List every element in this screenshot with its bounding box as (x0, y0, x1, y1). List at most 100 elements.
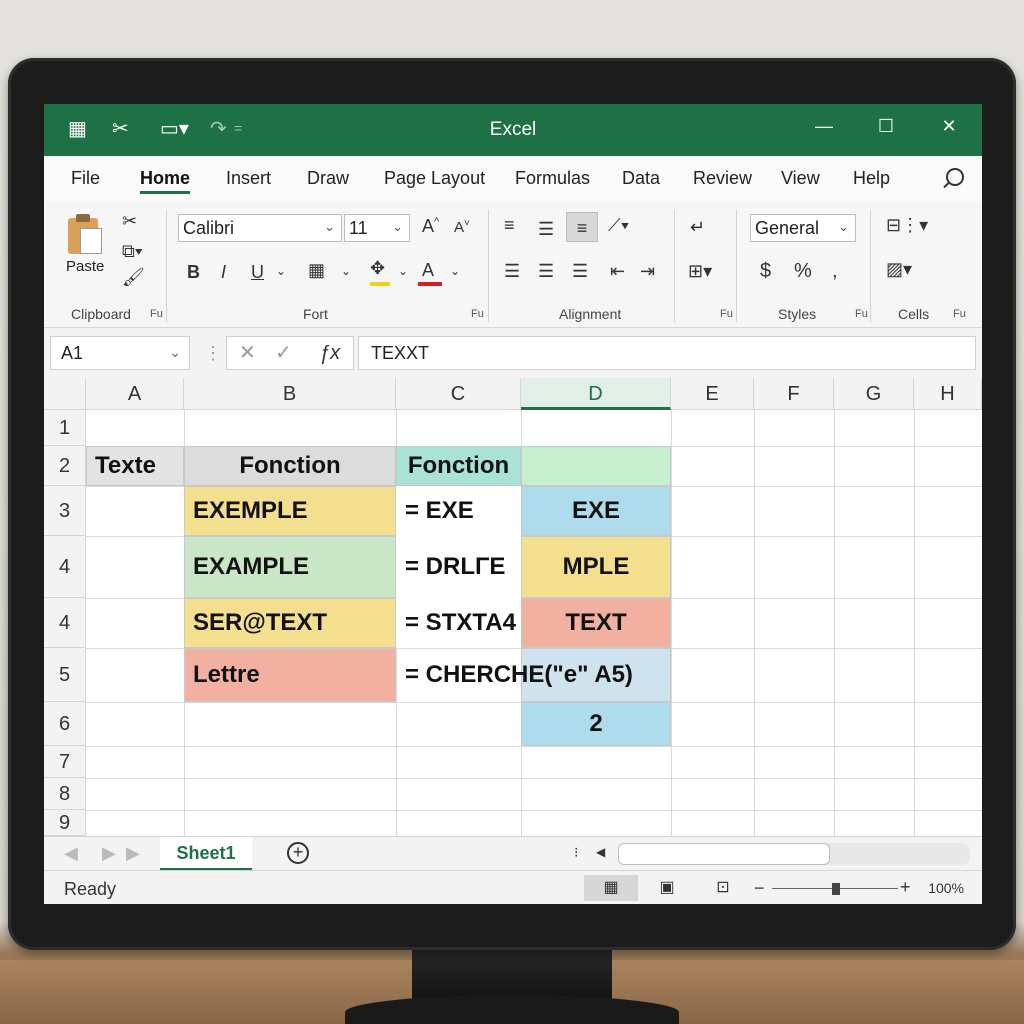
row-header-6[interactable]: 6 (44, 702, 86, 746)
tab-insert[interactable]: Insert (226, 168, 271, 189)
increase-font-icon[interactable]: A^ (422, 216, 439, 237)
page-layout-view-icon[interactable]: ▣ (640, 875, 694, 901)
paste-icon[interactable] (66, 214, 104, 254)
align-left-icon[interactable]: ☰ (504, 262, 520, 280)
select-all-corner[interactable] (44, 378, 86, 410)
chevron-down-icon[interactable]: ⌄ (341, 264, 351, 278)
format-painter-icon[interactable]: 🖌 (122, 268, 145, 286)
row-header-4[interactable]: 4 (44, 536, 86, 598)
row-header-9[interactable]: 9 (44, 810, 86, 836)
tab-review[interactable]: Review (693, 168, 752, 189)
sheet-tab-sheet1[interactable]: Sheet1 (160, 837, 252, 871)
align-center-icon[interactable]: ☰ (538, 262, 554, 280)
increase-indent-icon[interactable]: ⇥ (640, 262, 655, 280)
row-header-1[interactable]: 1 (44, 410, 86, 446)
more-tabs-icon[interactable]: ▶ (126, 844, 140, 862)
column-header-d[interactable]: D (521, 378, 671, 410)
column-header-e[interactable]: E (671, 378, 754, 410)
add-sheet-icon[interactable]: + (287, 842, 309, 864)
column-header-c[interactable]: C (396, 378, 521, 410)
percent-icon[interactable]: % (794, 260, 812, 283)
zoom-out-icon[interactable]: − (754, 879, 765, 897)
enter-icon[interactable]: ✓ (275, 343, 292, 363)
format-cells-icon[interactable]: ▨▾ (886, 260, 912, 278)
tab-formulas[interactable]: Formulas (515, 168, 590, 189)
zoom-slider-knob[interactable] (832, 883, 840, 895)
number-format-select[interactable]: General ⌄ (750, 214, 856, 242)
orientation-icon[interactable]: ⟋▾ (608, 216, 629, 234)
currency-icon[interactable]: $ (760, 260, 771, 283)
tab-page-layout[interactable]: Page Layout (384, 168, 485, 189)
cell-d4[interactable]: MPLE (521, 536, 671, 598)
decrease-indent-icon[interactable]: ⇤ (610, 262, 625, 280)
row-header-2[interactable]: 2 (44, 446, 86, 486)
tab-file[interactable]: File (71, 168, 100, 189)
column-header-h[interactable]: H (914, 378, 982, 410)
cell-d5[interactable]: TEXT (521, 598, 671, 648)
name-box[interactable]: A1 ⌄ (50, 336, 190, 370)
row-header-8[interactable]: 8 (44, 778, 86, 810)
align-right-icon[interactable]: ☰ (572, 262, 588, 280)
row-header-3[interactable]: 3 (44, 486, 86, 536)
tab-view[interactable]: View (781, 168, 820, 189)
cell-b5[interactable]: SER@TEXT (184, 598, 396, 648)
merge-center-icon[interactable]: ⊞▾ (688, 262, 712, 280)
font-size-select[interactable]: 11 ⌄ (344, 214, 410, 242)
cell-c5[interactable]: = STXTA4 (396, 598, 521, 648)
column-header-g[interactable]: G (834, 378, 914, 410)
wrap-text-icon[interactable]: ↵ (690, 218, 705, 236)
cell-d7[interactable]: 2 (521, 702, 671, 746)
zoom-level[interactable]: 100% (928, 880, 964, 896)
chevron-down-icon[interactable]: ⌄ (276, 264, 286, 278)
decrease-font-icon[interactable]: A˅ (454, 218, 470, 236)
row-header-7[interactable]: 7 (44, 746, 86, 778)
cell-d2[interactable] (521, 446, 671, 486)
tab-data[interactable]: Data (622, 168, 660, 189)
cell-c4[interactable]: = DRLΓE (396, 536, 521, 598)
close-icon[interactable]: ✕ (934, 116, 964, 144)
chevron-down-icon[interactable]: ⌄ (398, 264, 408, 278)
search-icon[interactable] (946, 168, 964, 186)
font-color-icon[interactable]: A (422, 260, 434, 281)
row-header-4b[interactable]: 4 (44, 598, 86, 648)
page-break-view-icon[interactable]: ⊡ (696, 875, 750, 901)
fill-color-icon[interactable]: ✥ (370, 258, 385, 279)
paste-button[interactable]: Paste (66, 258, 104, 275)
underline-button[interactable]: U (251, 262, 264, 283)
zoom-in-icon[interactable]: + (900, 878, 911, 896)
column-header-f[interactable]: F (754, 378, 834, 410)
insert-cells-icon[interactable]: ⊟⋮▾ (886, 216, 928, 234)
insert-function-icon[interactable]: ƒx (319, 343, 340, 363)
cell-b3[interactable]: EXEMPLE (184, 486, 396, 536)
alignment-launcher[interactable]: Fu (720, 308, 733, 320)
cell-b2[interactable]: Fonction (184, 446, 396, 486)
normal-view-icon[interactable]: ▦ (584, 875, 638, 901)
align-bottom-icon[interactable]: ≡ (566, 212, 598, 242)
scroll-tabs-right-icon[interactable]: ▶ (102, 844, 116, 862)
align-middle-icon[interactable]: ☰ (538, 220, 554, 238)
cell-c3[interactable]: = EXE (396, 486, 521, 536)
tab-home[interactable]: Home (140, 168, 191, 194)
tab-help[interactable]: Help (853, 168, 890, 189)
minimize-icon[interactable]: — (809, 116, 839, 144)
chevron-down-icon[interactable]: ⌄ (450, 264, 460, 278)
cell-c6[interactable]: = CHERCHE("e" A5) (396, 648, 633, 702)
formula-input[interactable]: TEXXT (358, 336, 976, 370)
cut-icon[interactable]: ✂ (122, 212, 137, 230)
scroll-tabs-left-icon[interactable]: ◀ (64, 844, 78, 862)
row-header-5[interactable]: 5 (44, 648, 86, 702)
cells-launcher[interactable]: Fu (953, 308, 966, 320)
font-launcher[interactable]: Fu (471, 308, 484, 320)
tab-split-handle-icon[interactable]: ⁝ (574, 845, 578, 859)
cell-c2[interactable]: Fonction (396, 446, 521, 486)
styles-launcher[interactable]: Fu (855, 308, 868, 320)
column-header-a[interactable]: A (86, 378, 184, 410)
bold-button[interactable]: B (187, 262, 200, 283)
cell-d3[interactable]: EXE (521, 486, 671, 536)
cancel-icon[interactable]: ✕ (239, 343, 256, 363)
cell-b4[interactable]: EXAMPLE (184, 536, 396, 598)
horizontal-scroll-thumb[interactable] (618, 843, 830, 865)
font-name-select[interactable]: Calibri ⌄ (178, 214, 342, 242)
tab-draw[interactable]: Draw (307, 168, 349, 189)
clipboard-launcher[interactable]: Fu (150, 308, 163, 320)
